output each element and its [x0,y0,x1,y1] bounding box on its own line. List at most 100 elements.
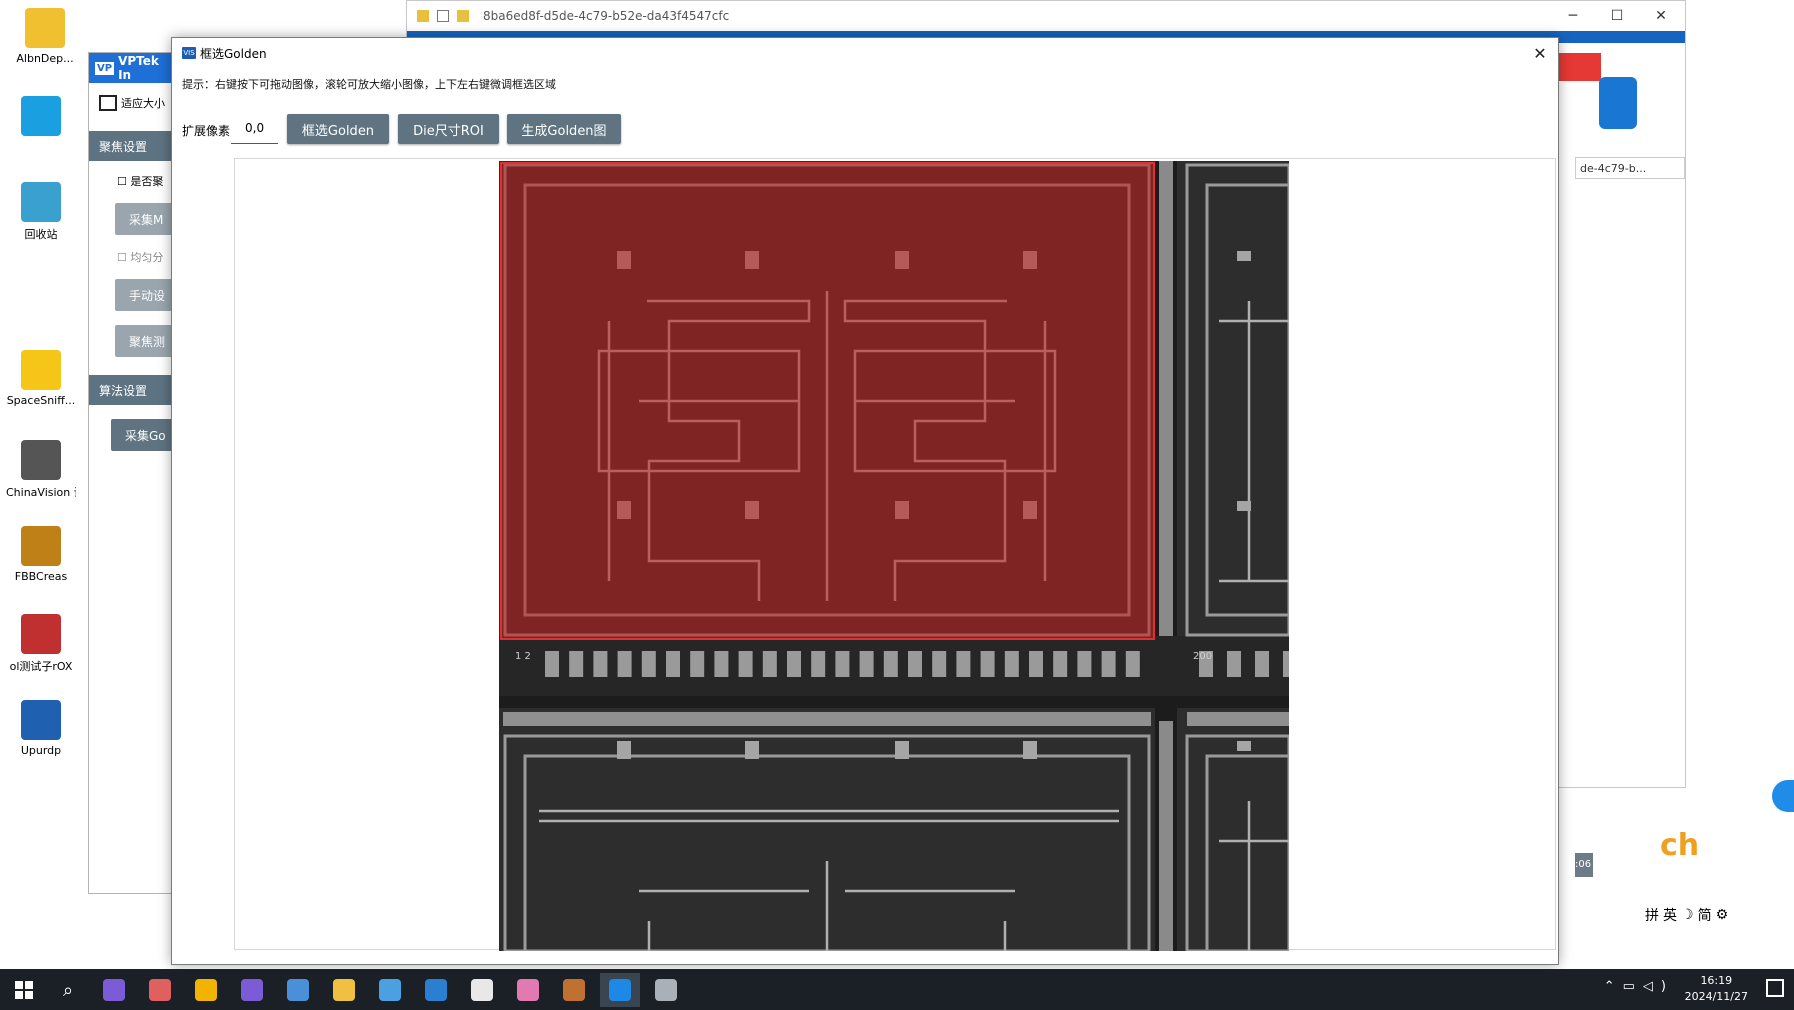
app-icon [287,979,309,1001]
explorer-titlebar: 8ba6ed8f-d5de-4c79-b52e-da43f4547cfc [407,1,1685,31]
bond-pad [1101,651,1116,677]
folder-icon [457,10,469,22]
app-icon [21,440,61,480]
collect-golden-button[interactable]: 采集Go [111,419,173,451]
bond-pad [1004,651,1019,677]
ime-pinyin[interactable]: 拼 [1645,905,1659,925]
side-time-fragment: :06 [1575,853,1593,877]
minimize-button[interactable]: ─ [1551,1,1595,31]
bond-pad [1255,651,1269,677]
bond-pad [641,651,656,677]
bond-pad [690,651,705,677]
desktop-icon[interactable]: Upurdp [6,700,76,757]
taskbar-app-button[interactable] [324,973,364,1007]
button-label: 采集M [129,212,164,227]
app-icon [21,96,61,136]
app-icon [471,979,493,1001]
generate-golden-button[interactable]: 生成Golden图 [507,114,621,144]
wafer-image[interactable]: 1 2 200 [499,161,1289,951]
bond-pad [956,651,971,677]
search-value: de-4c79-b... [1580,162,1647,175]
even-checkbox[interactable]: ☐ 均匀分 [89,235,173,265]
taskbar-app-button[interactable] [462,973,502,1007]
start-button[interactable] [4,973,44,1007]
bond-pad [835,651,850,677]
focus-settings-section: 聚焦设置 [89,131,173,161]
collect-button[interactable]: 采集M [115,203,173,235]
bond-pad [1283,651,1289,677]
app-icon [655,979,677,1001]
ime-simplified[interactable]: 简 [1698,905,1712,925]
maximize-button[interactable]: ☐ [1595,1,1639,31]
bond-pad [908,651,922,677]
taskbar-app-button[interactable] [416,973,456,1007]
app-icon [21,526,61,566]
vptek-app-window: VP VPTek In 适应大小 聚焦设置 ☐ 是否聚 采集M ☐ 均匀分 手动… [88,52,174,894]
taskbar-app-button[interactable] [554,973,594,1007]
desktop-icon[interactable]: AlbnDep... [10,8,80,65]
ime-toolbar[interactable]: 拼 英 ☽ 简 ⚙ [1642,905,1732,925]
clock[interactable]: 16:19 2024/11/27 [1685,973,1748,1005]
bond-pad [545,651,559,677]
app-icon [563,979,585,1001]
golden-selection-region[interactable] [500,162,1155,640]
expand-pixels-input[interactable] [231,112,278,144]
close-button[interactable]: ✕ [1639,1,1683,31]
desktop-icon[interactable]: ChinaVision 调试程序 [6,440,76,500]
app-icon [195,979,217,1001]
ime-english[interactable]: 英 [1663,905,1677,925]
clock-date: 2024/11/27 [1684,990,1748,1003]
taskbar-app-button[interactable] [186,973,226,1007]
notification-icon[interactable] [1766,979,1784,997]
focus-checkbox[interactable]: ☐ 是否聚 [89,161,173,189]
side-expand-button[interactable] [1772,780,1794,812]
select-golden-button[interactable]: 框选Golden [287,114,389,144]
tray-icons[interactable]: ⌃▭◁) [1604,979,1674,994]
dialog-close-button[interactable]: ✕ [1528,42,1552,64]
bond-pad [811,651,826,677]
die-size-roi-button[interactable]: Die尺寸ROI [398,114,499,144]
explorer-search-input[interactable]: de-4c79-b... [1575,157,1685,179]
image-canvas[interactable]: 1 2 200 [234,158,1556,951]
bond-pad [787,651,801,677]
app-icon [149,979,171,1001]
taskbar-app-button[interactable] [646,973,686,1007]
clock-time: 16:19 [1700,974,1733,987]
windows-icon [15,981,33,999]
dialog-titlebar: VIS 框选Golden [172,38,1558,68]
desktop-icon[interactable]: ol测试子rOX [6,614,76,674]
taskbar-app-button[interactable] [94,973,134,1007]
taskbar-app-button[interactable] [370,973,410,1007]
app-icon [609,979,631,1001]
bond-pad [1053,651,1068,677]
golden-select-dialog: VIS 框选Golden ✕ 提示：右键按下可拖动图像，滚轮可放大缩小图像，上下… [171,37,1559,965]
desktop-icon[interactable] [6,96,76,140]
desktop-icon-label: SpaceSniff... [6,394,76,407]
algo-settings-section: 算法设置 [89,375,173,405]
app-icon [21,700,61,740]
taskbar-app-button[interactable] [140,973,180,1007]
explorer-path: 8ba6ed8f-d5de-4c79-b52e-da43f4547cfc [483,9,730,23]
app-icon [25,8,65,48]
manual-button[interactable]: 手动设 [115,279,173,311]
desktop-icon[interactable]: SpaceSniff... [6,350,76,407]
bond-pad [762,651,777,677]
brand-text-fragment: ch [1660,828,1700,863]
desktop-icon[interactable]: 回收站 [6,182,76,242]
desktop-icon-label: ChinaVision 调试程序 [6,486,76,499]
bond-pad [883,651,898,677]
pad-label-left: 1 2 [515,651,531,662]
taskbar-app-button[interactable] [508,973,548,1007]
taskbar-app-button[interactable] [278,973,318,1007]
desktop-icon-label: FBBCreas [14,570,68,583]
dialog-title: 框选Golden [200,46,267,61]
fit-size-button[interactable]: 适应大小 [89,83,173,123]
focus-test-button[interactable]: 聚焦测 [115,325,173,357]
taskbar-app-button[interactable] [600,973,640,1007]
taskbar-app-button[interactable] [232,973,272,1007]
bond-pad [1077,651,1092,677]
checkbox-icon [437,10,449,22]
search-icon[interactable]: ⌕ [48,973,88,1007]
desktop-icon[interactable]: FBBCreas [6,526,76,583]
gear-icon[interactable]: ⚙ [1716,907,1729,923]
